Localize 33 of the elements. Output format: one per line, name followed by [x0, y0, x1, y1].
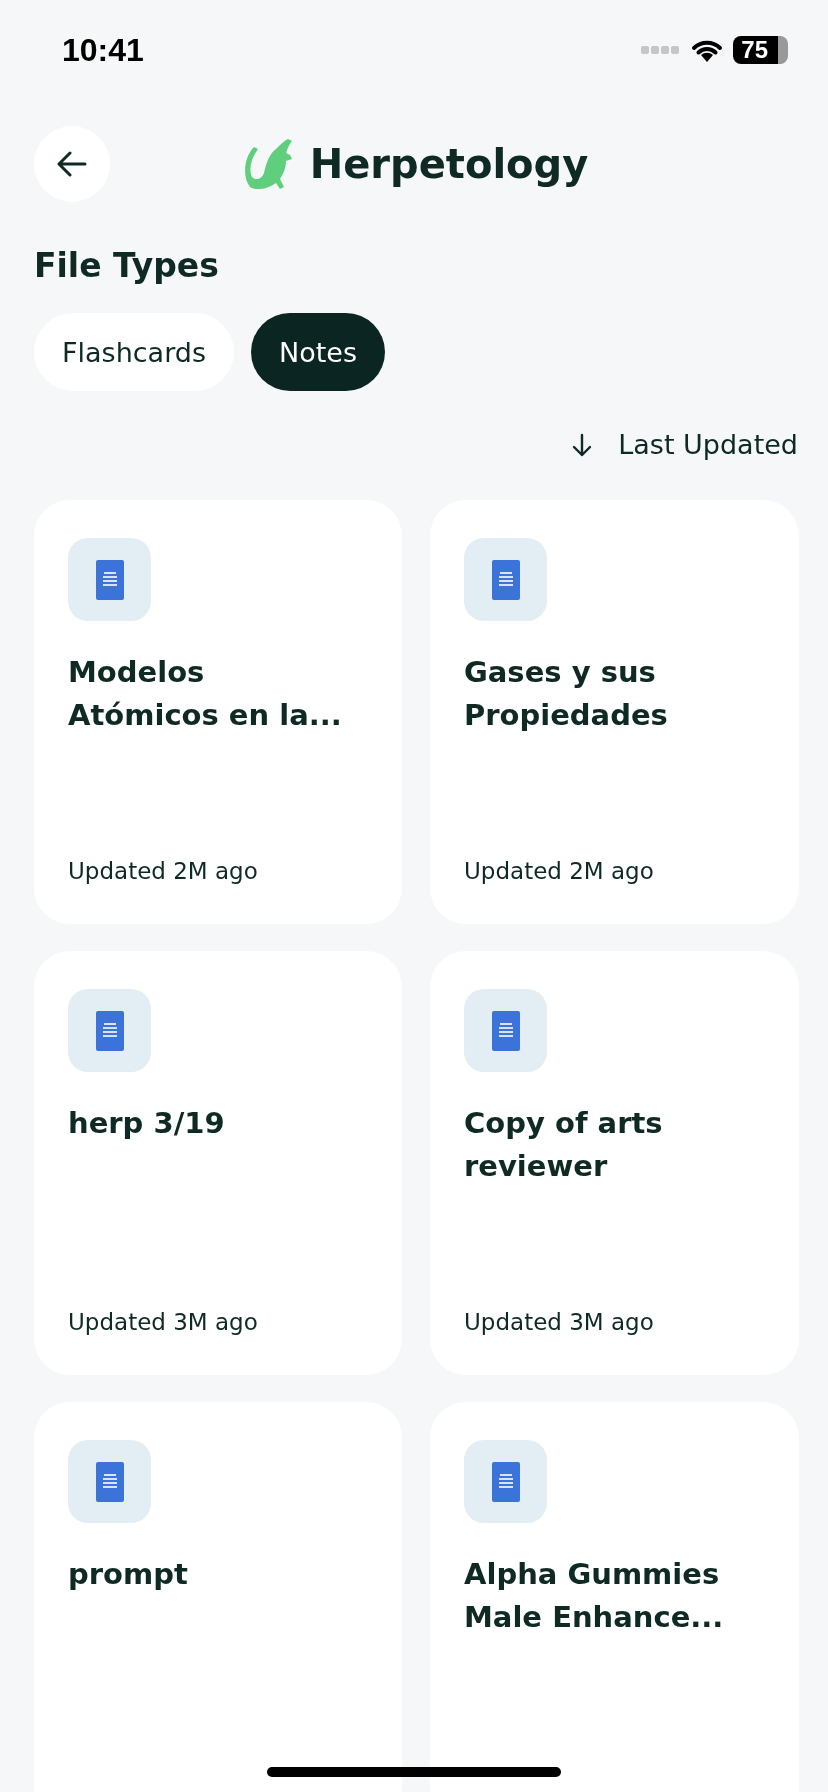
wifi-icon: [691, 38, 724, 62]
note-title: prompt: [68, 1556, 189, 1593]
updated-time: Updated 2M ago: [68, 858, 259, 884]
document-icon: [491, 1010, 520, 1051]
filter-chip[interactable]: Notes: [251, 313, 385, 391]
note-title: Modelos Atómicos en la...: [68, 654, 343, 734]
note-title: Alpha Gummies Male Enhance...: [464, 1556, 725, 1636]
note-title: herp 3/19: [68, 1105, 226, 1142]
document-icon: [491, 1461, 520, 1502]
battery-level: 75: [733, 36, 788, 64]
document-icon: [95, 1010, 124, 1051]
status-time: 10:41: [62, 31, 144, 69]
section-title: File Types: [34, 246, 220, 285]
document-icon: [491, 559, 520, 600]
note-card[interactable]: Alpha Gummies Male Enhance...: [430, 1402, 799, 1792]
sort-button[interactable]: Last Updated: [572, 429, 798, 460]
note-card[interactable]: Copy of arts reviewer Updated 3M ago: [430, 951, 799, 1375]
document-icon: [95, 559, 124, 600]
down-arrow-icon: [572, 432, 593, 457]
updated-time: Updated 3M ago: [464, 1309, 655, 1335]
page-title: Herpetology: [309, 141, 589, 187]
note-title: Gases y sus Propiedades: [464, 654, 669, 734]
note-card[interactable]: Modelos Atómicos en la... Updated 2M ago: [34, 500, 402, 924]
updated-time: Updated 3M ago: [68, 1309, 259, 1335]
updated-time: Updated 2M ago: [464, 858, 655, 884]
signal-icon: [641, 45, 682, 55]
note-title: Copy of arts reviewer: [464, 1105, 664, 1185]
document-icon: [95, 1461, 124, 1502]
note-card[interactable]: herp 3/19 Updated 3M ago: [34, 951, 402, 1375]
note-card[interactable]: prompt: [34, 1402, 402, 1792]
note-card[interactable]: Gases y sus Propiedades Updated 2M ago: [430, 500, 799, 924]
back-arrow-icon: [57, 151, 87, 177]
filter-chip[interactable]: Flashcards: [34, 313, 234, 391]
